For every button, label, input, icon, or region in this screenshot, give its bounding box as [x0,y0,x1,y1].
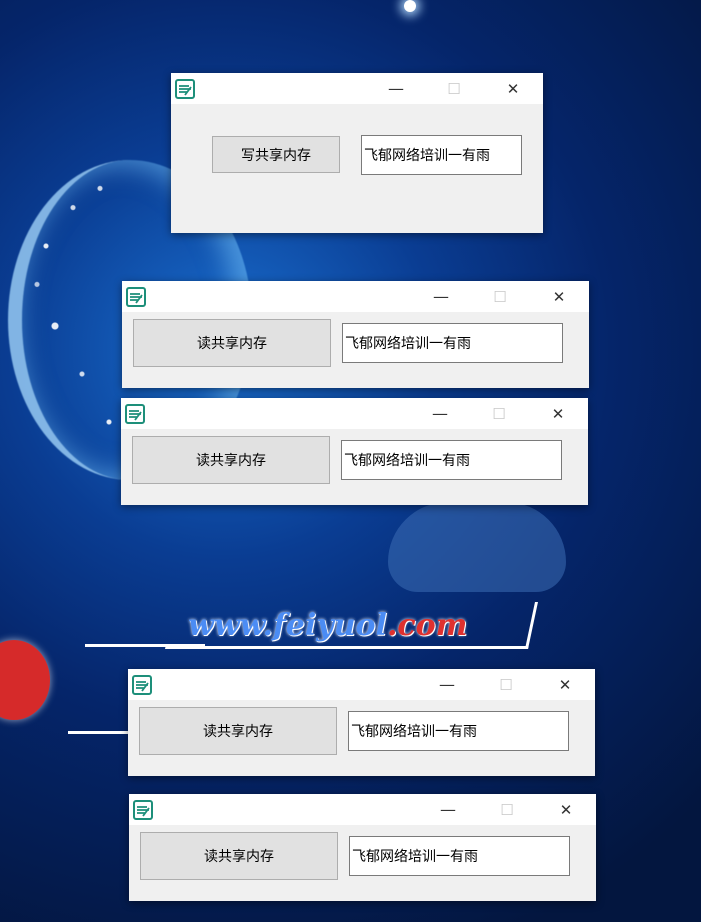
minimize-icon: — [439,675,455,694]
read-shared-memory-button[interactable]: 读共享内存 [132,436,330,484]
app-icon [125,404,145,424]
write-shared-memory-button[interactable]: 写共享内存 [212,136,340,173]
shared-memory-reader-window: — ☐ ✕ 读共享内存 飞郁网络培训一有雨 [122,281,589,388]
minimize-icon: — [432,404,448,423]
title-bar[interactable]: — ☐ ✕ [171,73,543,104]
minimize-button[interactable]: — [417,398,463,429]
read-shared-memory-button[interactable]: 读共享内存 [139,707,337,755]
close-button[interactable]: ✕ [543,794,589,825]
app-icon [132,675,152,695]
close-button[interactable]: ✕ [490,73,536,104]
shared-memory-reader-window: — ☐ ✕ 读共享内存 飞郁网络培训一有雨 [121,398,588,505]
close-icon: ✕ [559,800,573,819]
maximize-icon: ☐ [493,287,507,306]
minimize-button[interactable]: — [424,669,470,700]
wallpaper-url-text: www.feiyuol.com [188,608,468,643]
maximize-button[interactable]: ☐ [483,669,529,700]
close-button[interactable]: ✕ [535,398,581,429]
app-icon [175,79,195,99]
maximize-button[interactable]: ☐ [477,281,523,312]
close-icon: ✕ [551,404,565,423]
maximize-icon: ☐ [492,404,506,423]
shared-memory-reader-window: — ☐ ✕ 读共享内存 飞郁网络培训一有雨 [129,794,596,901]
minimize-button[interactable]: — [418,281,464,312]
minimize-icon: — [388,79,404,98]
text-input[interactable]: 飞郁网络培训一有雨 [348,711,569,751]
app-icon [133,800,153,820]
decor-line [85,644,205,647]
close-icon: ✕ [506,79,520,98]
maximize-button[interactable]: ☐ [484,794,530,825]
text-input[interactable]: 飞郁网络培训一有雨 [349,836,570,876]
title-bar[interactable]: — ☐ ✕ [128,669,595,700]
title-bar[interactable]: — ☐ ✕ [122,281,589,312]
text-input[interactable]: 飞郁网络培训一有雨 [342,323,563,363]
minimize-icon: — [440,800,456,819]
read-shared-memory-button[interactable]: 读共享内存 [133,319,331,367]
red-logo-decoration [0,640,50,720]
maximize-button[interactable]: ☐ [431,73,477,104]
decor-line [68,731,130,734]
text-input[interactable]: 飞郁网络培训一有雨 [341,440,562,480]
text-input[interactable]: 飞郁网络培训一有雨 [361,135,522,175]
title-bar[interactable]: — ☐ ✕ [121,398,588,429]
close-button[interactable]: ✕ [536,281,582,312]
minimize-button[interactable]: — [373,73,419,104]
maximize-icon: ☐ [499,675,513,694]
minimize-button[interactable]: — [425,794,471,825]
close-button[interactable]: ✕ [542,669,588,700]
minimize-icon: — [433,287,449,306]
shared-memory-reader-window: — ☐ ✕ 读共享内存 飞郁网络培训一有雨 [128,669,595,776]
maximize-icon: ☐ [447,79,461,98]
close-icon: ✕ [552,287,566,306]
maximize-icon: ☐ [500,800,514,819]
star-decoration [404,0,416,12]
title-bar[interactable]: — ☐ ✕ [129,794,596,825]
app-icon [126,287,146,307]
read-shared-memory-button[interactable]: 读共享内存 [140,832,338,880]
maximize-button[interactable]: ☐ [476,398,522,429]
shared-memory-writer-window: — ☐ ✕ 写共享内存 飞郁网络培训一有雨 [171,73,543,233]
bell-shape-decoration [388,502,566,592]
close-icon: ✕ [558,675,572,694]
